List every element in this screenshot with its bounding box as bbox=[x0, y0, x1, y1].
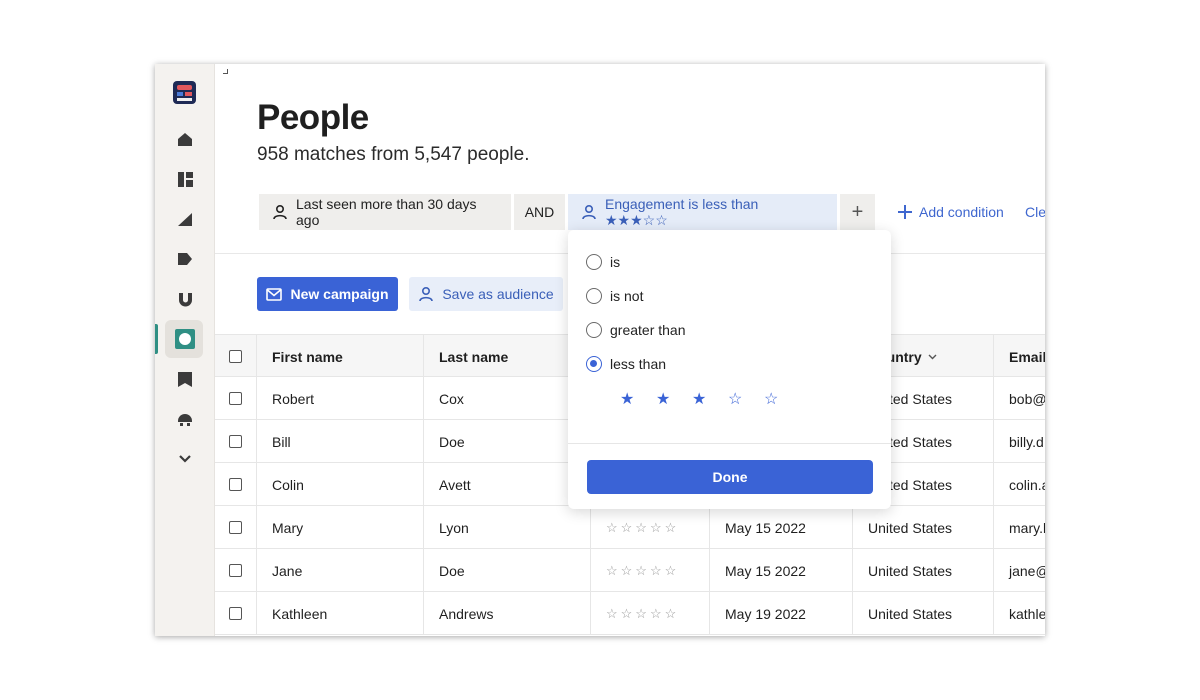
date-cell: May 19 2022 bbox=[710, 592, 853, 635]
table-row[interactable]: Mary Lyon ☆☆☆☆☆ May 15 2022 United State… bbox=[215, 506, 1045, 549]
page-title: People bbox=[257, 98, 369, 137]
first-name-cell: Robert bbox=[257, 377, 424, 420]
first-name-cell: Jane bbox=[257, 549, 424, 592]
email-cell: mary.l bbox=[1009, 519, 1045, 536]
email-cell: kathle bbox=[1009, 605, 1045, 622]
rating-star[interactable]: ★ bbox=[620, 389, 634, 409]
last-name-cell: Avett bbox=[424, 463, 591, 506]
rating-star[interactable]: ★ bbox=[692, 389, 706, 409]
new-campaign-button[interactable]: New campaign bbox=[257, 277, 398, 311]
engagement-cell: ☆☆☆☆☆ bbox=[591, 549, 710, 592]
app-logo[interactable] bbox=[173, 81, 196, 104]
row-checkbox[interactable] bbox=[229, 607, 242, 620]
engagement-cell: ☆☆☆☆☆ bbox=[591, 506, 710, 549]
first-name-cell: Colin bbox=[257, 463, 424, 506]
option-label: is bbox=[610, 254, 621, 270]
date-cell: May 15 2022 bbox=[710, 506, 853, 549]
plus-icon: + bbox=[851, 200, 864, 223]
engagement-cell: ☆☆☆☆☆ bbox=[591, 592, 710, 635]
first-name-cell: Mary bbox=[257, 506, 424, 549]
resize-corner-icon bbox=[223, 69, 228, 74]
tag-icon[interactable] bbox=[175, 249, 195, 269]
last-name-cell: Doe bbox=[424, 549, 591, 592]
email-cell: colin.a bbox=[1009, 476, 1045, 493]
country-cell: United States bbox=[853, 506, 994, 549]
new-campaign-label: New campaign bbox=[290, 286, 389, 302]
rating-star[interactable]: ★ bbox=[656, 389, 670, 409]
reports-icon[interactable] bbox=[175, 209, 195, 229]
app-window: People 958 matches from 5,547 people. La… bbox=[155, 64, 1045, 636]
last-name-cell: Cox bbox=[424, 377, 591, 420]
filter-label: Last seen more than 30 days ago bbox=[296, 196, 477, 228]
last-name-cell: Doe bbox=[424, 420, 591, 463]
add-condition-label: Add condition bbox=[919, 204, 1004, 220]
option-label: greater than bbox=[610, 322, 686, 338]
last-name-cell: Lyon bbox=[424, 506, 591, 549]
row-checkbox[interactable] bbox=[229, 478, 242, 491]
option-is-not[interactable]: is not bbox=[586, 288, 643, 304]
last-name-cell: Andrews bbox=[424, 592, 591, 635]
row-checkbox[interactable] bbox=[229, 435, 242, 448]
magnet-icon[interactable] bbox=[175, 289, 195, 309]
option-is[interactable]: is bbox=[586, 254, 620, 270]
radio-button-selected[interactable] bbox=[586, 356, 602, 372]
row-checkbox[interactable] bbox=[229, 564, 242, 577]
match-count: 958 matches from 5,547 people. bbox=[257, 144, 530, 165]
filter-chip-last-seen[interactable]: Last seen more than 30 days ago bbox=[259, 194, 511, 230]
rating-star[interactable]: ☆ bbox=[728, 389, 742, 409]
popover-divider bbox=[568, 443, 891, 444]
save-audience-button[interactable]: Save as audience bbox=[409, 277, 563, 311]
radio-button[interactable] bbox=[586, 322, 602, 338]
engagement-filter-popover: is is not greater than less than ★ ★ ★ ☆… bbox=[568, 230, 891, 509]
option-greater-than[interactable]: greater than bbox=[586, 322, 686, 338]
filter-label: Engagement is less than ★★★☆☆ bbox=[605, 195, 759, 228]
option-label: is not bbox=[610, 288, 644, 304]
nav-active-indicator bbox=[155, 324, 158, 354]
table-row[interactable]: Jane Doe ☆☆☆☆☆ May 15 2022 United States… bbox=[215, 549, 1045, 592]
radio-button[interactable] bbox=[586, 254, 602, 270]
rating-star[interactable]: ☆ bbox=[764, 389, 778, 409]
filter-joiner[interactable]: AND bbox=[514, 194, 565, 230]
done-button[interactable]: Done bbox=[587, 460, 873, 494]
dashboard-icon[interactable] bbox=[175, 169, 195, 189]
first-name-cell: Bill bbox=[257, 420, 424, 463]
email-cell: billy.d bbox=[1009, 433, 1044, 450]
sort-chevron-icon bbox=[928, 354, 937, 360]
mail-icon bbox=[266, 287, 283, 301]
row-checkbox[interactable] bbox=[229, 521, 242, 534]
country-cell: United States bbox=[853, 592, 994, 635]
add-filter-plus-button[interactable]: + bbox=[840, 194, 875, 230]
email-cell: bob@ bbox=[1009, 390, 1045, 407]
people-icon[interactable] bbox=[175, 329, 195, 349]
home-icon[interactable] bbox=[175, 129, 195, 149]
column-header[interactable]: Email bbox=[994, 335, 1045, 378]
row-checkbox[interactable] bbox=[229, 392, 242, 405]
select-all-checkbox[interactable] bbox=[229, 350, 242, 363]
email-cell: jane@ bbox=[1009, 562, 1045, 579]
clear-filters-link[interactable]: Clear bbox=[1025, 194, 1045, 230]
joiner-label: AND bbox=[524, 204, 555, 220]
person-icon bbox=[272, 204, 288, 220]
column-header[interactable]: First name bbox=[257, 335, 424, 378]
plus-icon bbox=[898, 205, 912, 219]
bookmark-icon[interactable] bbox=[175, 369, 195, 389]
person-icon bbox=[418, 286, 434, 302]
person-icon bbox=[581, 204, 597, 220]
option-less-than[interactable]: less than bbox=[586, 356, 666, 372]
country-cell: United States bbox=[853, 549, 994, 592]
filter-chip-engagement[interactable]: Engagement is less than ★★★☆☆ bbox=[568, 194, 837, 230]
save-audience-label: Save as audience bbox=[442, 286, 554, 302]
sidebar bbox=[155, 64, 215, 636]
date-cell: May 15 2022 bbox=[710, 549, 853, 592]
radio-button[interactable] bbox=[586, 288, 602, 304]
add-condition-button[interactable]: Add condition bbox=[898, 194, 1004, 230]
chevron-down-icon[interactable] bbox=[175, 449, 195, 469]
column-header[interactable]: Last name bbox=[424, 335, 591, 378]
integrations-icon[interactable] bbox=[175, 409, 195, 429]
table-row[interactable]: Kathleen Andrews ☆☆☆☆☆ May 19 2022 Unite… bbox=[215, 592, 1045, 635]
first-name-cell: Kathleen bbox=[257, 592, 424, 635]
option-label: less than bbox=[610, 356, 667, 372]
